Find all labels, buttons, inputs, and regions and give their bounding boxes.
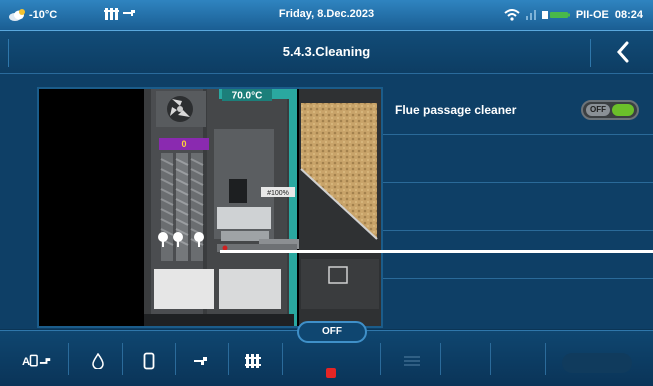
divider: [68, 343, 69, 375]
title-bar: 5.4.3.Cleaning: [0, 31, 653, 74]
setting-row-empty: [383, 231, 653, 279]
auto-mode-button[interactable]: A: [22, 348, 54, 374]
divider: [282, 343, 283, 375]
divider: [122, 343, 123, 375]
status-bar: -10°C Friday, 8.Dec.2023 PII-OE 08:24: [0, 0, 653, 31]
tap-icon: [194, 357, 207, 365]
radiator-button[interactable]: [238, 348, 270, 374]
setting-row-empty: [383, 135, 653, 183]
divider: [380, 343, 381, 375]
disabled-toggle[interactable]: [562, 353, 632, 373]
divider: [175, 343, 176, 375]
signal-icon: [525, 10, 536, 20]
toggle-on-indicator: [612, 104, 634, 116]
setting-flue-passage-cleaner: Flue passage cleaner OFF: [383, 87, 653, 135]
setting-row-empty: [383, 183, 653, 231]
flame-icon: [92, 353, 104, 369]
flame-button[interactable]: [82, 348, 114, 374]
hopper-tag-text: #100%: [267, 190, 289, 197]
water-tank-icon: [143, 352, 155, 370]
fuel-level-value: 0: [181, 139, 186, 149]
water-tank-button[interactable]: [133, 348, 165, 374]
radiator-icon: [245, 354, 261, 368]
main-content: 70.0°C 0 #100% Flue passage cleaner OFF: [0, 74, 653, 329]
menu-icon: [404, 356, 420, 366]
page-title: 5.4.3.Cleaning: [282, 44, 371, 59]
toggle-off-label: OFF: [586, 104, 610, 116]
boiler-visualization: 70.0°C 0 #100%: [37, 87, 383, 328]
stop-indicator: [326, 368, 336, 378]
device-id: PII-OE: [575, 9, 609, 21]
clock: 08:24: [614, 9, 643, 21]
boiler-diagram: 70.0°C 0 #100%: [144, 89, 381, 326]
heat-exchanger: [160, 153, 204, 261]
tap-button[interactable]: [186, 348, 218, 374]
battery-plug-icon: [541, 11, 570, 19]
divider: [490, 343, 491, 375]
divider: [440, 343, 441, 375]
fan-icon: [156, 91, 206, 127]
boiler-temperature: 70.0°C: [232, 91, 263, 102]
wifi-icon: [504, 9, 520, 21]
flue-cleaner-toggle[interactable]: OFF: [581, 100, 639, 120]
back-button[interactable]: [611, 39, 637, 65]
system-tray: PII-OE 08:24: [504, 7, 643, 23]
chevron-left-icon: [616, 41, 629, 63]
divider: [228, 343, 229, 375]
divider: [545, 343, 546, 375]
bottom-toolbar: A OFF: [0, 321, 653, 386]
auto-pump-icon: A: [22, 354, 51, 368]
menu-button[interactable]: [396, 348, 428, 374]
svg-text:A: A: [22, 356, 30, 368]
setting-label: Flue passage cleaner: [395, 103, 517, 117]
indicator-line: [220, 250, 653, 253]
off-button[interactable]: OFF: [297, 321, 367, 343]
setting-row-empty: [383, 279, 653, 328]
